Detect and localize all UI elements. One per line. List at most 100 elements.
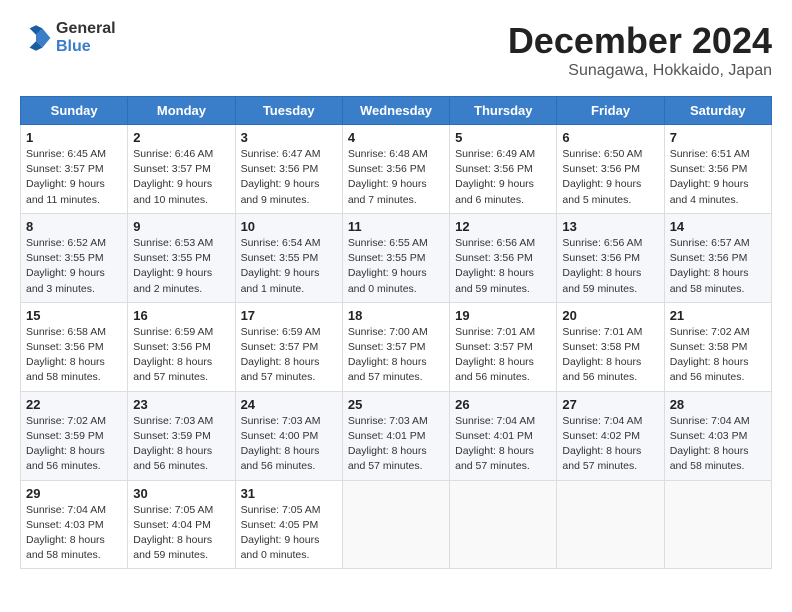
calendar-cell: 11Sunrise: 6:55 AM Sunset: 3:55 PM Dayli…: [342, 213, 449, 302]
calendar-cell: 17 Sunrise: 6:59 AM Sunset: 3:57 PM Dayli…: [235, 302, 342, 391]
calendar-header-row: SundayMondayTuesdayWednesdayThursdayFrid…: [21, 97, 772, 125]
calendar-body: 1 Sunrise: 6:45 AM Sunset: 3:57 PM Daylig…: [21, 125, 772, 569]
day-number: 23: [133, 397, 229, 412]
day-header-friday: Friday: [557, 97, 664, 125]
day-info: Sunrise: 7:04 AM Sunset: 4:02 PM Dayligh…: [562, 414, 658, 475]
calendar-cell: 20 Sunrise: 7:01 AM Sunset: 3:58 PM Dayli…: [557, 302, 664, 391]
day-number: 15: [26, 308, 122, 323]
calendar-cell: 31 Sunrise: 7:05 AM Sunset: 4:05 PM Dayli…: [235, 480, 342, 569]
calendar-cell: 24Sunrise: 7:03 AM Sunset: 4:00 PM Dayli…: [235, 391, 342, 480]
day-info: Sunrise: 6:54 AM Sunset: 3:55 PM Dayligh…: [241, 236, 337, 297]
calendar-cell: 1 Sunrise: 6:45 AM Sunset: 3:57 PM Daylig…: [21, 125, 128, 214]
day-header-saturday: Saturday: [664, 97, 771, 125]
day-info: Sunrise: 7:00 AM Sunset: 3:57 PM Dayligh…: [348, 325, 444, 386]
calendar-cell: 14 Sunrise: 6:57 AM Sunset: 3:56 PM Dayli…: [664, 213, 771, 302]
calendar-cell: 7 Sunrise: 6:51 AM Sunset: 3:56 PM Daylig…: [664, 125, 771, 214]
day-header-tuesday: Tuesday: [235, 97, 342, 125]
page-header: General Blue December 2024 Sunagawa, Hok…: [20, 20, 772, 80]
calendar-cell: 16 Sunrise: 6:59 AM Sunset: 3:56 PM Dayli…: [128, 302, 235, 391]
calendar-cell: 12 Sunrise: 6:56 AM Sunset: 3:56 PM Dayli…: [450, 213, 557, 302]
day-info: Sunrise: 6:52 AM Sunset: 3:55 PM Dayligh…: [26, 236, 122, 297]
day-info: Sunrise: 6:56 AM Sunset: 3:56 PM Dayligh…: [455, 236, 551, 297]
day-header-thursday: Thursday: [450, 97, 557, 125]
calendar-cell: 8 Sunrise: 6:52 AM Sunset: 3:55 PM Daylig…: [21, 213, 128, 302]
day-number: 16: [133, 308, 229, 323]
calendar-cell: 6Sunrise: 6:50 AM Sunset: 3:56 PM Daylig…: [557, 125, 664, 214]
logo-text: General Blue: [56, 20, 116, 55]
day-info: Sunrise: 6:56 AM Sunset: 3:56 PM Dayligh…: [562, 236, 658, 297]
day-number: 12: [455, 219, 551, 234]
day-number: 6: [562, 130, 658, 145]
calendar-cell: 25Sunrise: 7:03 AM Sunset: 4:01 PM Dayli…: [342, 391, 449, 480]
day-info: Sunrise: 7:01 AM Sunset: 3:57 PM Dayligh…: [455, 325, 551, 386]
calendar-cell: 27 Sunrise: 7:04 AM Sunset: 4:02 PM Dayli…: [557, 391, 664, 480]
title-block: December 2024 Sunagawa, Hokkaido, Japan: [508, 20, 772, 80]
day-info: Sunrise: 6:45 AM Sunset: 3:57 PM Dayligh…: [26, 147, 122, 208]
calendar-cell: 23 Sunrise: 7:03 AM Sunset: 3:59 PM Dayli…: [128, 391, 235, 480]
calendar-cell: 5Sunrise: 6:49 AM Sunset: 3:56 PM Daylig…: [450, 125, 557, 214]
day-info: Sunrise: 6:59 AM Sunset: 3:57 PM Dayligh…: [241, 325, 337, 386]
calendar-week-2: 8 Sunrise: 6:52 AM Sunset: 3:55 PM Daylig…: [21, 213, 772, 302]
day-number: 29: [26, 486, 122, 501]
day-number: 10: [241, 219, 337, 234]
day-number: 9: [133, 219, 229, 234]
day-number: 26: [455, 397, 551, 412]
day-info: Sunrise: 7:04 AM Sunset: 4:01 PM Dayligh…: [455, 414, 551, 475]
calendar-cell: 28 Sunrise: 7:04 AM Sunset: 4:03 PM Dayli…: [664, 391, 771, 480]
day-info: Sunrise: 6:48 AM Sunset: 3:56 PM Dayligh…: [348, 147, 444, 208]
calendar-cell: [450, 480, 557, 569]
day-number: 27: [562, 397, 658, 412]
day-info: Sunrise: 6:58 AM Sunset: 3:56 PM Dayligh…: [26, 325, 122, 386]
day-info: Sunrise: 6:51 AM Sunset: 3:56 PM Dayligh…: [670, 147, 766, 208]
day-number: 21: [670, 308, 766, 323]
calendar-cell: 9 Sunrise: 6:53 AM Sunset: 3:55 PM Daylig…: [128, 213, 235, 302]
day-info: Sunrise: 7:01 AM Sunset: 3:58 PM Dayligh…: [562, 325, 658, 386]
calendar-cell: 26 Sunrise: 7:04 AM Sunset: 4:01 PM Dayli…: [450, 391, 557, 480]
day-number: 7: [670, 130, 766, 145]
day-number: 13: [562, 219, 658, 234]
calendar-cell: 4Sunrise: 6:48 AM Sunset: 3:56 PM Daylig…: [342, 125, 449, 214]
day-info: Sunrise: 7:04 AM Sunset: 4:03 PM Dayligh…: [670, 414, 766, 475]
day-info: Sunrise: 7:02 AM Sunset: 3:59 PM Dayligh…: [26, 414, 122, 475]
logo: General Blue: [20, 20, 116, 55]
day-number: 2: [133, 130, 229, 145]
day-info: Sunrise: 7:05 AM Sunset: 4:05 PM Dayligh…: [241, 503, 337, 564]
calendar-cell: 29 Sunrise: 7:04 AM Sunset: 4:03 PM Dayli…: [21, 480, 128, 569]
day-info: Sunrise: 7:03 AM Sunset: 3:59 PM Dayligh…: [133, 414, 229, 475]
day-number: 28: [670, 397, 766, 412]
location-subtitle: Sunagawa, Hokkaido, Japan: [508, 62, 772, 80]
day-info: Sunrise: 7:03 AM Sunset: 4:00 PM Dayligh…: [241, 414, 337, 475]
day-number: 17: [241, 308, 337, 323]
day-number: 20: [562, 308, 658, 323]
calendar-table: SundayMondayTuesdayWednesdayThursdayFrid…: [20, 96, 772, 569]
day-number: 30: [133, 486, 229, 501]
day-number: 3: [241, 130, 337, 145]
calendar-cell: 18 Sunrise: 7:00 AM Sunset: 3:57 PM Dayli…: [342, 302, 449, 391]
day-number: 22: [26, 397, 122, 412]
calendar-cell: 22 Sunrise: 7:02 AM Sunset: 3:59 PM Dayli…: [21, 391, 128, 480]
calendar-cell: 13 Sunrise: 6:56 AM Sunset: 3:56 PM Dayli…: [557, 213, 664, 302]
calendar-cell: [664, 480, 771, 569]
day-info: Sunrise: 7:05 AM Sunset: 4:04 PM Dayligh…: [133, 503, 229, 564]
calendar-cell: 30 Sunrise: 7:05 AM Sunset: 4:04 PM Dayli…: [128, 480, 235, 569]
day-number: 14: [670, 219, 766, 234]
calendar-week-1: 1 Sunrise: 6:45 AM Sunset: 3:57 PM Daylig…: [21, 125, 772, 214]
day-number: 1: [26, 130, 122, 145]
logo-icon: [20, 22, 52, 54]
calendar-cell: 19Sunrise: 7:01 AM Sunset: 3:57 PM Dayli…: [450, 302, 557, 391]
calendar-week-5: 29 Sunrise: 7:04 AM Sunset: 4:03 PM Dayli…: [21, 480, 772, 569]
logo-blue-text: Blue: [56, 38, 116, 56]
day-info: Sunrise: 6:53 AM Sunset: 3:55 PM Dayligh…: [133, 236, 229, 297]
logo-general-text: General: [56, 20, 116, 38]
day-number: 18: [348, 308, 444, 323]
day-info: Sunrise: 6:57 AM Sunset: 3:56 PM Dayligh…: [670, 236, 766, 297]
day-number: 8: [26, 219, 122, 234]
day-info: Sunrise: 7:04 AM Sunset: 4:03 PM Dayligh…: [26, 503, 122, 564]
day-info: Sunrise: 6:47 AM Sunset: 3:56 PM Dayligh…: [241, 147, 337, 208]
day-number: 31: [241, 486, 337, 501]
day-info: Sunrise: 7:02 AM Sunset: 3:58 PM Dayligh…: [670, 325, 766, 386]
calendar-cell: [342, 480, 449, 569]
calendar-cell: 2Sunrise: 6:46 AM Sunset: 3:57 PM Daylig…: [128, 125, 235, 214]
day-number: 5: [455, 130, 551, 145]
day-info: Sunrise: 6:59 AM Sunset: 3:56 PM Dayligh…: [133, 325, 229, 386]
